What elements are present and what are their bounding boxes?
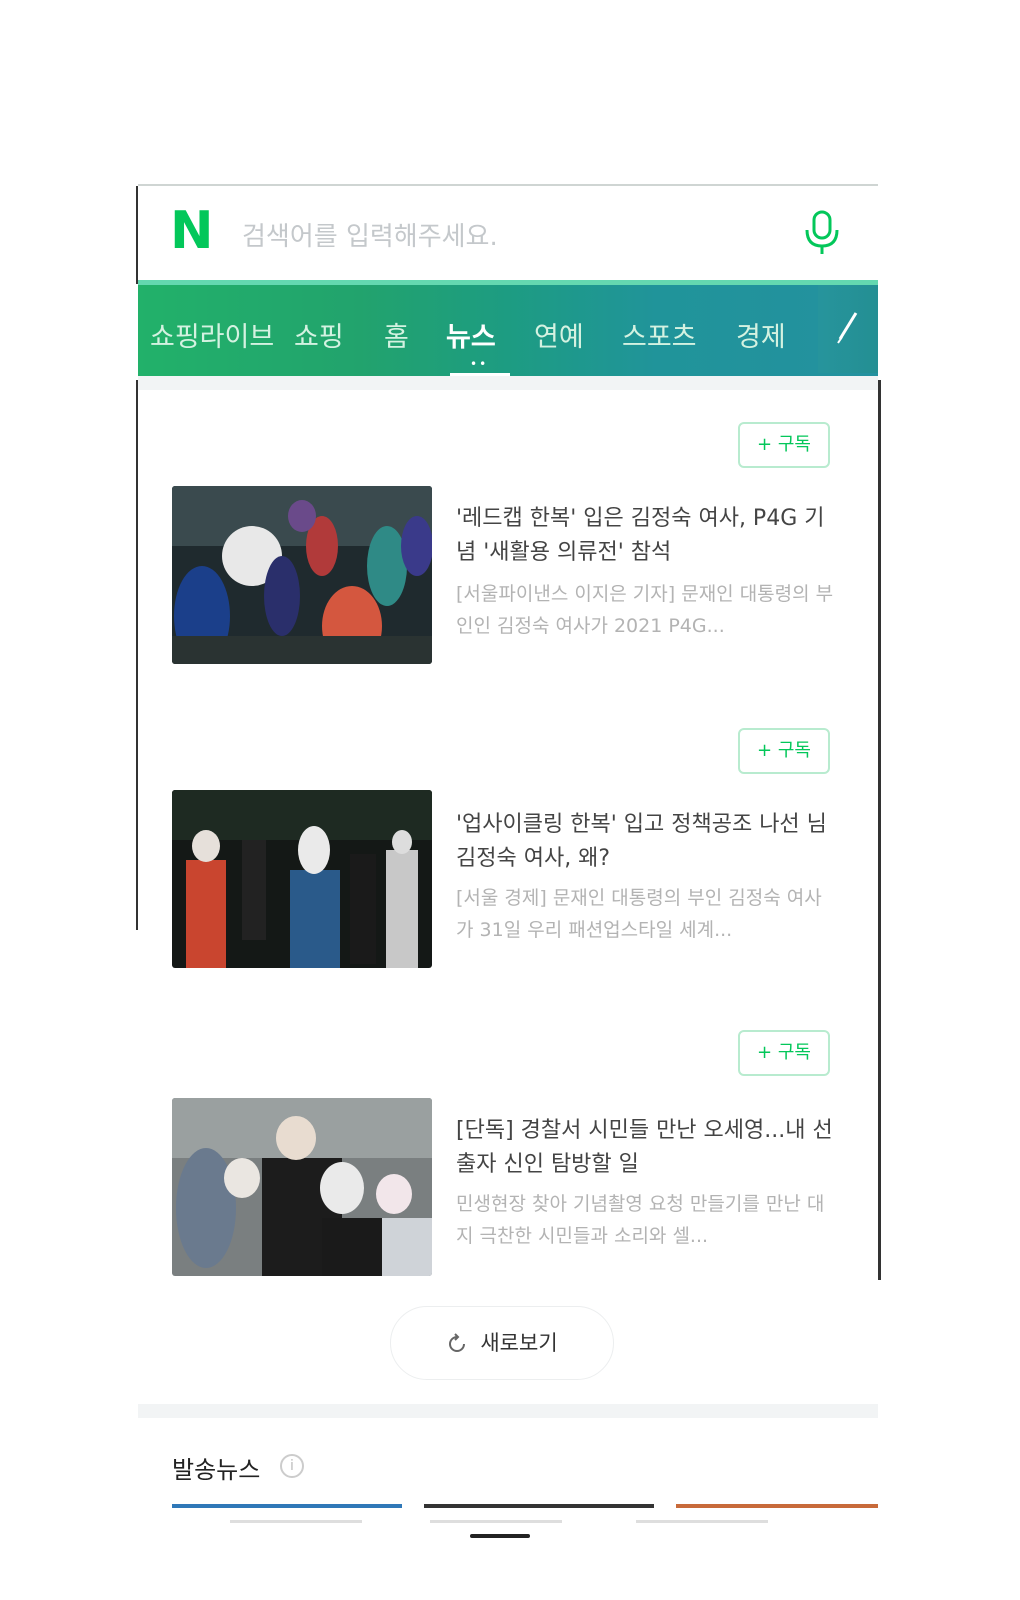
refresh-label: 새로보기 bbox=[480, 1331, 558, 1355]
naver-logo[interactable]: N bbox=[170, 204, 224, 258]
tab-home[interactable]: 홈 bbox=[384, 315, 409, 354]
tab-shopping[interactable]: 쇼핑 bbox=[294, 315, 344, 354]
divider bbox=[138, 376, 878, 390]
tab-sports[interactable]: 스포츠 bbox=[622, 315, 697, 354]
news-tab-indicator[interactable] bbox=[172, 1504, 402, 1508]
subscribe-button[interactable]: + 구독 bbox=[738, 422, 830, 468]
microphone-icon[interactable] bbox=[800, 208, 844, 258]
news-thumbnail[interactable] bbox=[172, 790, 432, 968]
news-thumbnail[interactable] bbox=[172, 1098, 432, 1276]
news-headline[interactable]: '레드캡 한복' 입은 김정숙 여사, P4G 기념 '새활용 의류전' 참석 bbox=[456, 502, 836, 570]
news-headline[interactable]: '업사이클링 한복' 입고 정책공조 나선 님 김정숙 여사, 왜? bbox=[456, 808, 836, 876]
search-bar[interactable]: N 검색어를 입력해주세요. bbox=[138, 186, 878, 280]
active-tab-dots: •• bbox=[470, 357, 489, 371]
news-card[interactable]: + 구독 '업사이클링 한복' 입고 정책공조 나선 님 김정숙 여사, 왜? … bbox=[138, 724, 878, 1024]
divider bbox=[138, 1404, 878, 1418]
news-tab-indicator[interactable] bbox=[676, 1504, 878, 1508]
category-tabs: 쇼핑라이브 쇼핑 홈 뉴스 •• 연예 스포츠 경제 bbox=[138, 280, 878, 377]
refresh-button[interactable]: 새로보기 bbox=[390, 1306, 614, 1380]
tab-entertainment[interactable]: 연예 bbox=[534, 315, 584, 354]
app-screen: N 검색어를 입력해주세요. 쇼핑라이브 쇼핑 홈 뉴스 •• 연예 스포츠 경… bbox=[138, 186, 878, 1570]
news-card[interactable]: + 구독 [단독] 경찰서 시민들 만난 오세영...내 선출자 신인 탐방할 … bbox=[138, 1030, 878, 1330]
info-icon[interactable]: i bbox=[280, 1454, 304, 1478]
news-headline[interactable]: [단독] 경찰서 시민들 만난 오세영...내 선출자 신인 탐방할 일 bbox=[456, 1114, 836, 1182]
subscribe-button[interactable]: + 구독 bbox=[738, 728, 830, 774]
news-thumbnail[interactable] bbox=[172, 486, 432, 664]
edit-tabs-button[interactable] bbox=[818, 285, 878, 373]
refresh-icon bbox=[449, 1333, 466, 1352]
pencil-icon bbox=[837, 312, 858, 344]
news-summary: 민생현장 찾아 기념촬영 요청 만들기를 만난 대지 극찬한 시민들과 소리와 … bbox=[456, 1193, 825, 1247]
tab-news[interactable]: 뉴스 bbox=[446, 315, 496, 354]
subscribe-button[interactable]: + 구독 bbox=[738, 1030, 830, 1076]
news-summary: [서울 경제] 문재인 대통령의 부인 김정숙 여사가 31일 우리 패션업스타… bbox=[456, 887, 822, 941]
search-input[interactable]: 검색어를 입력해주세요. bbox=[242, 216, 498, 253]
tab-underline bbox=[230, 1520, 362, 1523]
tab-shopping-live[interactable]: 쇼핑라이브 bbox=[150, 315, 274, 354]
tab-economy[interactable]: 경제 bbox=[736, 315, 786, 354]
news-summary: [서울파이낸스 이지은 기자] 문재인 대통령의 부인인 김정숙 여사가 202… bbox=[456, 583, 834, 637]
news-card[interactable]: + 구독 '레드캡 한복' 입은 김정숙 여사, P4G 기념 '새활용 의류전… bbox=[138, 418, 878, 718]
news-tab-indicator[interactable] bbox=[424, 1504, 654, 1508]
home-indicator[interactable] bbox=[470, 1534, 530, 1538]
section-title: 발송뉴스 bbox=[172, 1456, 261, 1484]
tab-underline bbox=[636, 1520, 768, 1523]
edge-line bbox=[878, 380, 881, 1280]
tab-underline bbox=[430, 1520, 562, 1523]
